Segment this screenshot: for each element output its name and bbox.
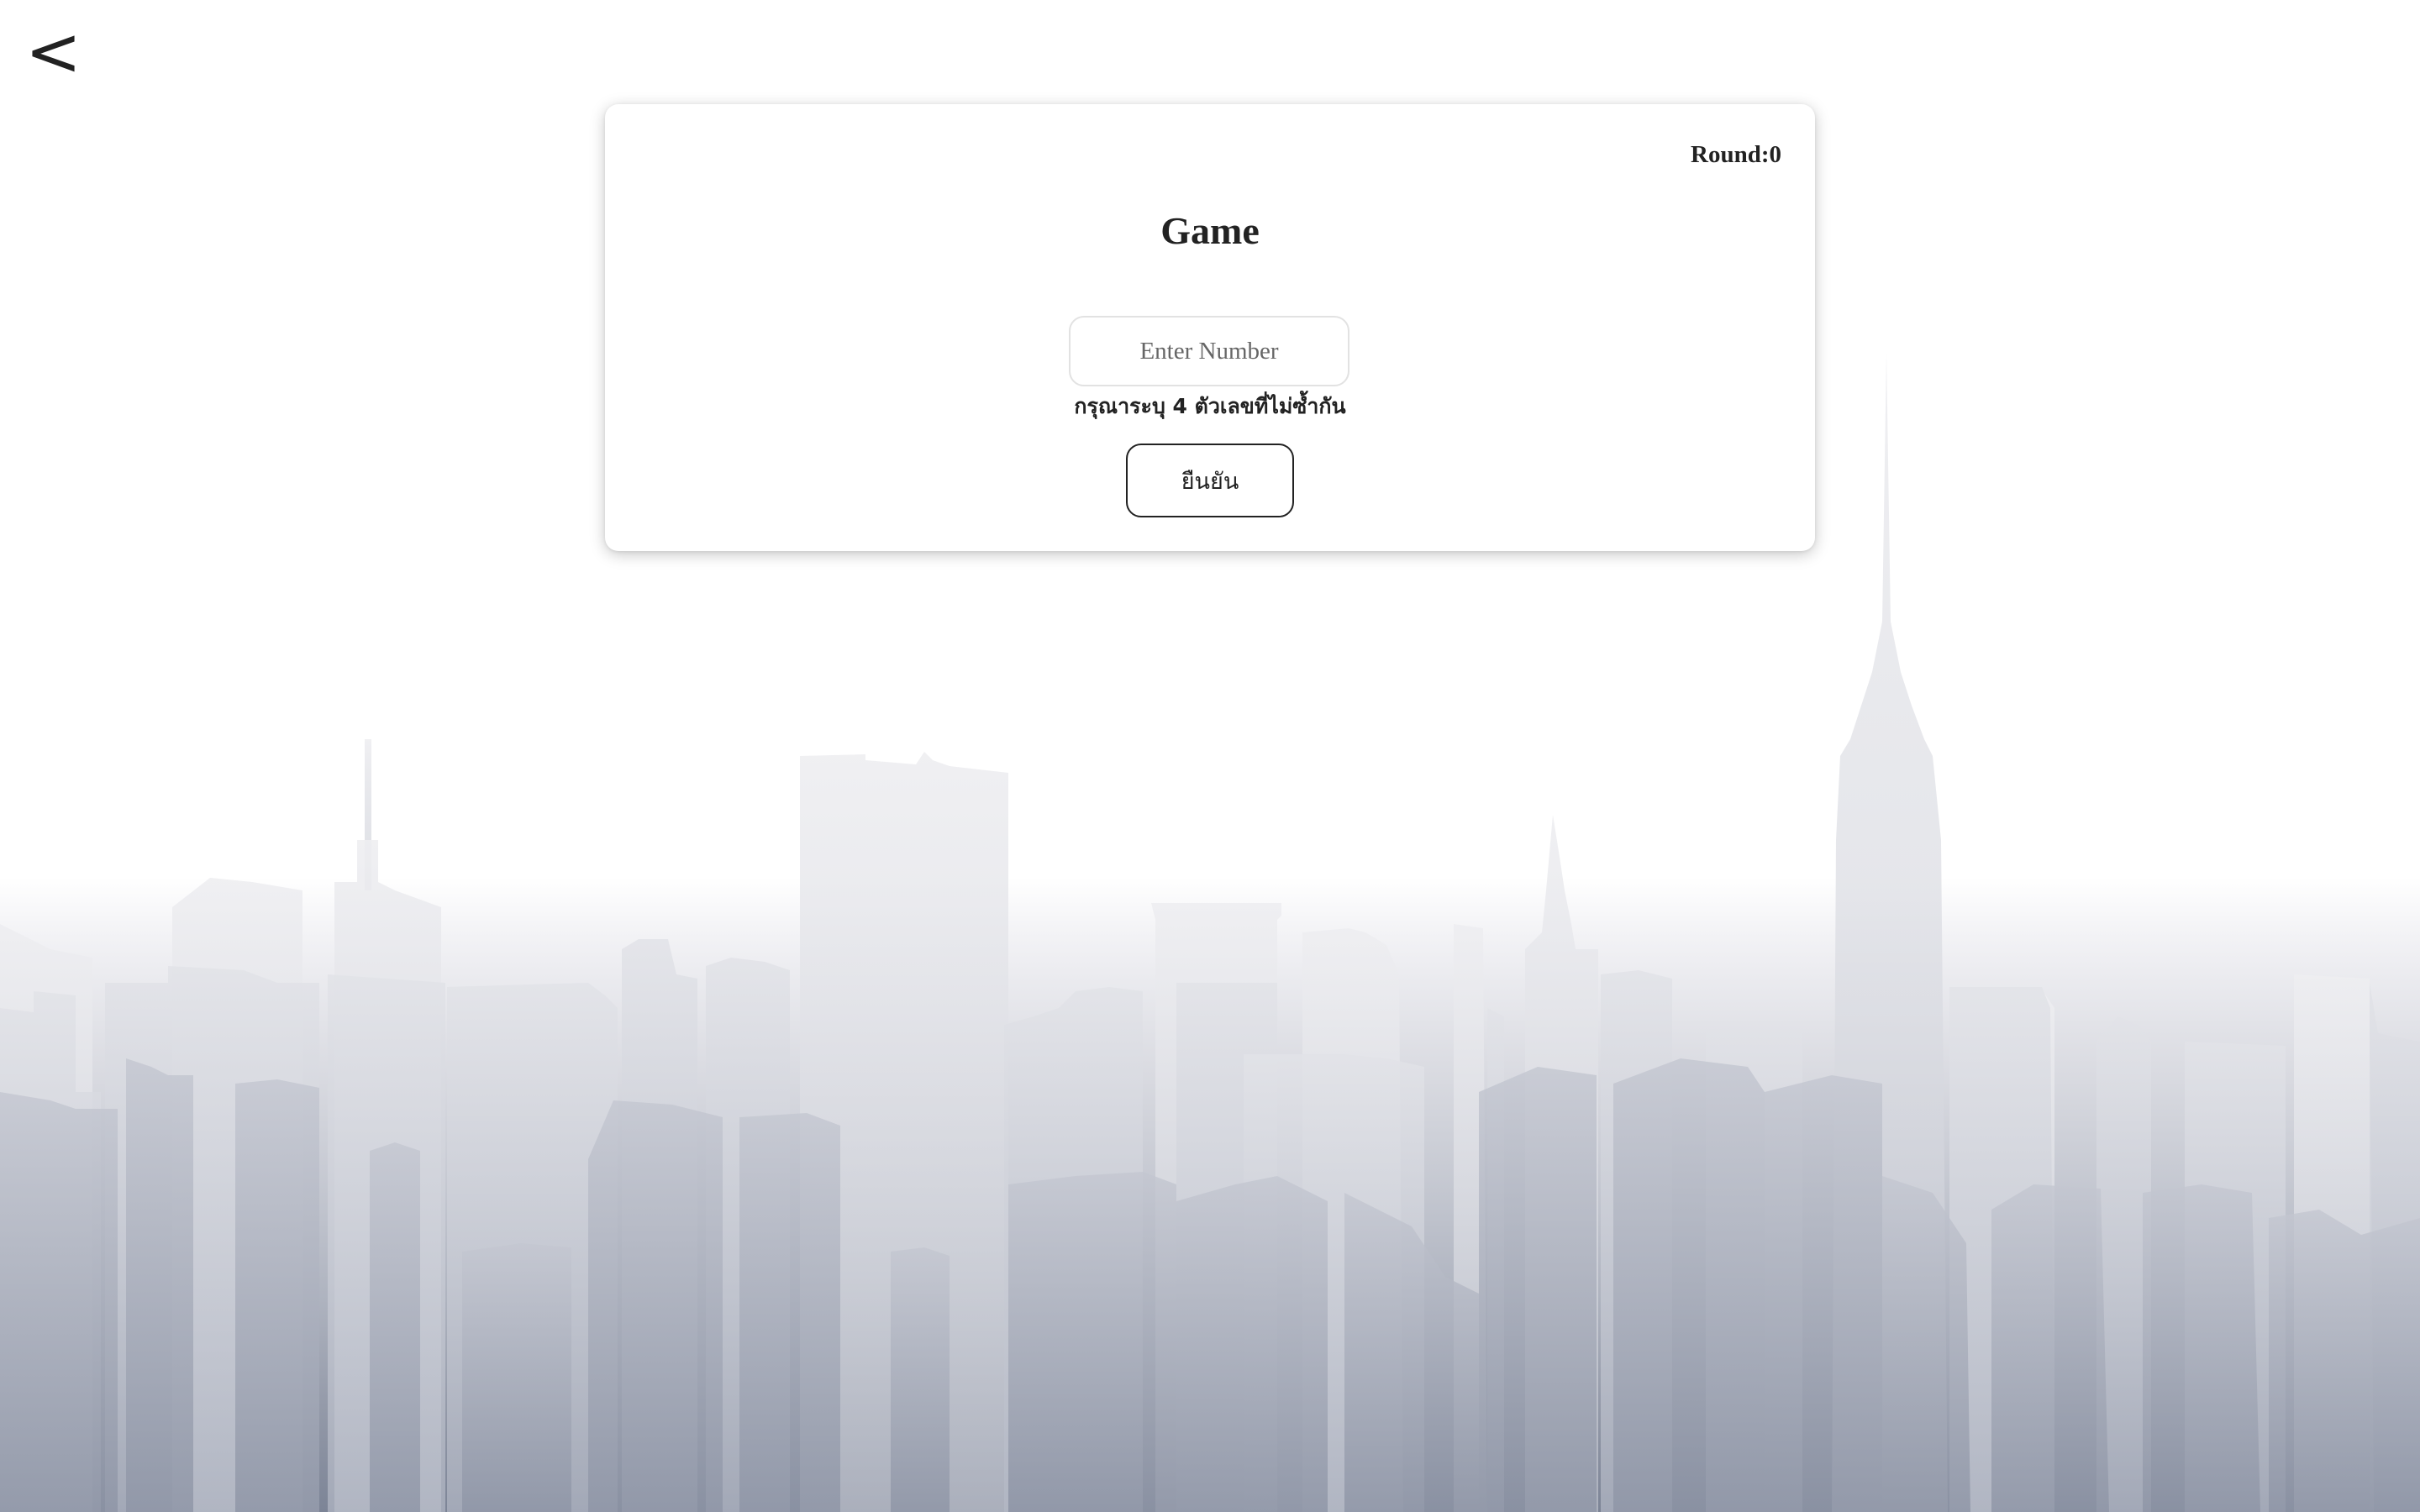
back-button[interactable]: <	[25, 18, 84, 86]
round-label: Round:	[1691, 141, 1770, 168]
input-hint: กรุณาระบุ 4 ตัวเลขที่ไม่ซ้ำกัน	[1074, 394, 1346, 418]
round-counter: Round:0	[1691, 141, 1781, 169]
chevron-left-icon: <	[25, 13, 82, 91]
page-title: Game	[1160, 209, 1260, 252]
round-value: 0	[1769, 141, 1782, 168]
confirm-button[interactable]: ยืนยัน	[1126, 444, 1294, 517]
game-card: Round:0 Game กรุณาระบุ 4 ตัวเลขที่ไม่ซ้ำ…	[605, 104, 1815, 551]
number-input[interactable]	[1069, 316, 1349, 386]
